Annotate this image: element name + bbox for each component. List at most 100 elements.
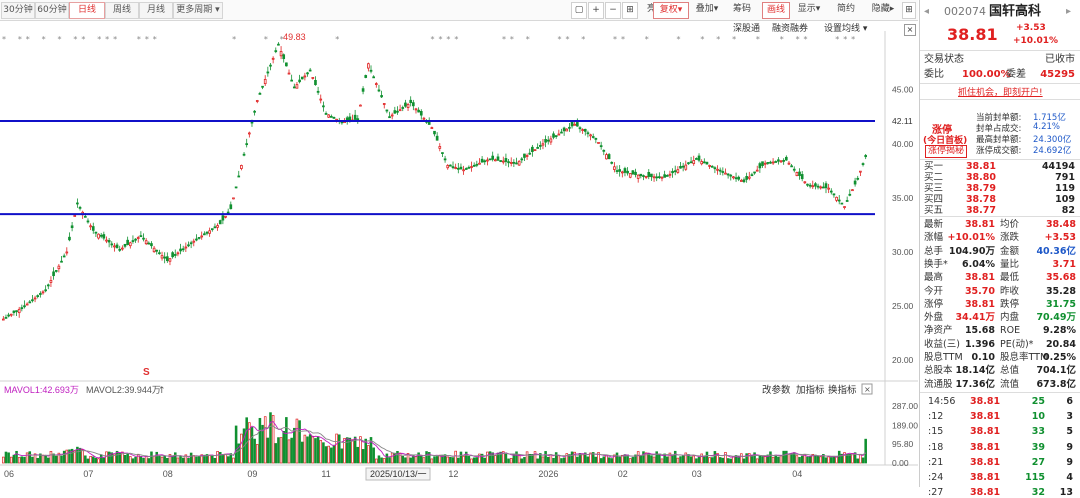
- event-dot[interactable]: *: [81, 35, 85, 44]
- limit-reveal-button[interactable]: 涨停揭秘: [925, 145, 968, 158]
- edit-params-button[interactable]: 改参数: [762, 384, 791, 396]
- event-dot[interactable]: *: [335, 35, 339, 44]
- bid-price[interactable]: 38.78: [966, 194, 996, 205]
- event-dot[interactable]: *: [851, 35, 855, 44]
- event-dot[interactable]: *: [153, 35, 157, 44]
- event-dot[interactable]: *: [73, 35, 77, 44]
- event-dot[interactable]: *: [526, 35, 530, 44]
- event-dot[interactable]: *: [613, 35, 617, 44]
- draw-line-button[interactable]: 画线: [762, 2, 790, 19]
- volume-bar: [102, 457, 106, 464]
- tab-30min[interactable]: 30分钟: [1, 2, 35, 19]
- open-account-banner[interactable]: 抓住机会，即刻开户!: [958, 85, 1043, 98]
- tab-60min[interactable]: 60分钟: [35, 2, 69, 19]
- event-dot[interactable]: *: [431, 35, 435, 44]
- volume-bar: [134, 456, 137, 464]
- event-dot[interactable]: *: [558, 35, 562, 44]
- adjust-button[interactable]: 复权▾: [653, 2, 689, 19]
- event-dot[interactable]: *: [804, 35, 808, 44]
- volume-bar: [692, 455, 696, 464]
- expand-icon[interactable]: ⊞: [902, 2, 916, 19]
- event-dot[interactable]: *: [2, 35, 6, 44]
- zoom-in-icon[interactable]: +: [588, 2, 604, 19]
- tab-more-periods[interactable]: 更多周期 ▾: [173, 2, 223, 19]
- add-indicator-button[interactable]: 加指标: [796, 384, 825, 396]
- candle-body: [152, 247, 156, 253]
- price-tick-label: 45.00: [892, 85, 914, 95]
- cursor-mode-icon[interactable]: ⊞: [622, 2, 638, 19]
- bid-price[interactable]: 38.81: [966, 161, 996, 172]
- event-dot[interactable]: *: [796, 35, 800, 44]
- bid-price[interactable]: 38.79: [966, 183, 996, 194]
- zoom-out-icon[interactable]: −: [605, 2, 621, 19]
- hide-button[interactable]: 隐藏▸: [866, 2, 900, 17]
- event-dot[interactable]: *: [510, 35, 514, 44]
- tab-weekly[interactable]: 周线: [105, 2, 139, 19]
- event-dot[interactable]: *: [700, 35, 704, 44]
- candle-body: [134, 238, 137, 241]
- candle-body: [176, 252, 180, 255]
- volume-bar: [689, 456, 693, 464]
- event-dot[interactable]: *: [113, 35, 117, 44]
- candle-body: [697, 155, 701, 161]
- candle-body: [1, 318, 5, 321]
- candle-body: [835, 196, 838, 201]
- volume-bar: [697, 457, 701, 464]
- vol-arrow-icon[interactable]: ↑: [158, 386, 166, 396]
- next-stock-icon[interactable]: ▸: [1066, 3, 1071, 21]
- candle-body: [549, 138, 553, 143]
- simple-button[interactable]: 简约: [834, 2, 858, 17]
- candle-body: [642, 175, 645, 177]
- event-dot[interactable]: *: [438, 35, 442, 44]
- event-dot[interactable]: *: [42, 35, 46, 44]
- event-dot[interactable]: *: [835, 35, 839, 44]
- event-dot[interactable]: *: [677, 35, 681, 44]
- event-dot[interactable]: *: [780, 35, 784, 44]
- event-dot[interactable]: *: [58, 35, 62, 44]
- stat-label: 涨幅: [924, 232, 944, 244]
- volume-bar: [351, 439, 354, 464]
- volume-bar: [560, 458, 563, 464]
- event-dot[interactable]: *: [97, 35, 101, 44]
- event-dot[interactable]: *: [26, 35, 30, 44]
- vol-close-icon[interactable]: ×: [861, 383, 873, 395]
- stat-label: ROE: [1000, 325, 1021, 337]
- candle-body: [824, 183, 828, 189]
- status-value: 已收市: [1045, 54, 1075, 65]
- candle-body: [708, 165, 711, 167]
- event-dot[interactable]: *: [732, 35, 736, 44]
- event-dot[interactable]: *: [137, 35, 141, 44]
- event-dot[interactable]: *: [232, 35, 236, 44]
- event-dot[interactable]: *: [446, 35, 450, 44]
- tab-daily[interactable]: 日线: [69, 2, 105, 19]
- event-dot[interactable]: *: [565, 35, 569, 44]
- event-dot[interactable]: *: [454, 35, 458, 44]
- event-dot[interactable]: *: [105, 35, 109, 44]
- event-dot[interactable]: *: [645, 35, 649, 44]
- bid-price[interactable]: 38.77: [966, 205, 996, 216]
- candle-body: [131, 240, 135, 242]
- bid-level-label: 买一: [924, 161, 944, 172]
- candle-body: [340, 121, 344, 124]
- bid-price[interactable]: 38.80: [966, 172, 996, 183]
- event-dot[interactable]: *: [756, 35, 760, 44]
- event-dot[interactable]: *: [581, 35, 585, 44]
- event-dot[interactable]: *: [502, 35, 506, 44]
- switch-indicator-button[interactable]: 换指标: [828, 384, 857, 396]
- tab-monthly[interactable]: 月线: [139, 2, 173, 19]
- event-dot[interactable]: *: [145, 35, 149, 44]
- kline-chart[interactable]: * * * * * * * * * * * * * * * * * * * * * * * * * * * * * * * * * * * * * * * *…: [0, 21, 918, 487]
- event-dot[interactable]: *: [264, 35, 268, 44]
- event-dot[interactable]: *: [843, 35, 847, 44]
- chips-button[interactable]: 筹码: [728, 2, 756, 17]
- stat-label: 涨跌: [1000, 232, 1020, 244]
- overlay-button[interactable]: 叠加▾: [690, 2, 724, 17]
- prev-stock-icon[interactable]: ◂: [924, 3, 929, 21]
- display-button[interactable]: 显示▾: [793, 2, 825, 17]
- event-dot[interactable]: *: [716, 35, 720, 44]
- event-dot[interactable]: *: [18, 35, 22, 44]
- fullscreen-icon[interactable]: ▢: [571, 2, 587, 19]
- volume-bar: [409, 457, 412, 464]
- candle-body: [742, 179, 746, 183]
- event-dot[interactable]: *: [621, 35, 625, 44]
